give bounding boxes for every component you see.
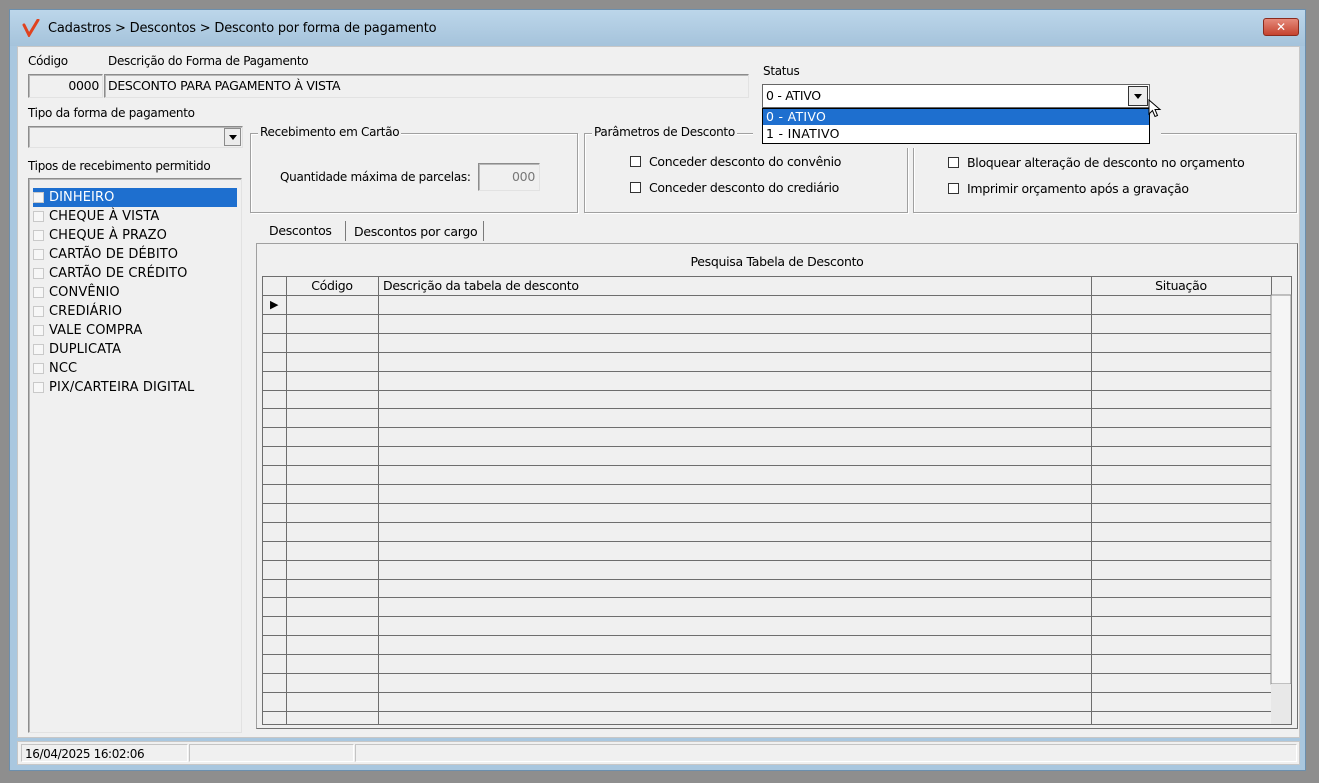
col-codigo-header[interactable]: Código [286, 278, 378, 293]
mouse-cursor-icon [1148, 99, 1162, 118]
checkbox[interactable] [33, 287, 44, 298]
main-window: Cadastros > Descontos > Desconto por for… [9, 9, 1306, 771]
status-select[interactable]: 0 - ATIVO [762, 84, 1150, 108]
imprimir-checkbox[interactable] [948, 183, 959, 194]
window-title: Cadastros > Descontos > Desconto por for… [48, 21, 437, 36]
status-bar: 16/04/2025 16:02:06 [17, 741, 1300, 765]
col-descricao-header[interactable]: Descrição da tabela de desconto [383, 278, 579, 293]
status-options-list[interactable]: 0 - ATIVO 1 - INATIVO [762, 108, 1150, 144]
recebimento-cartao-group: Recebimento em Cartão Quantidade máxima … [250, 125, 578, 213]
imprimir-label: Imprimir orçamento após a gravação [967, 181, 1189, 196]
chevron-down-icon [228, 134, 237, 140]
status-option-inativo[interactable]: 1 - INATIVO [763, 126, 1149, 142]
list-item[interactable]: NCC [33, 359, 77, 378]
crediario-checkbox-row[interactable]: Conceder desconto do crediário [630, 180, 839, 195]
list-item[interactable]: PIX/CARTEIRA DIGITAL [33, 378, 194, 397]
statusbar-panel-2 [189, 744, 354, 762]
crediario-checkbox[interactable] [630, 182, 641, 193]
tab-page-descontos: Pesquisa Tabela de Desconto Código Descr… [256, 243, 1298, 729]
status-option-ativo[interactable]: 0 - ATIVO [763, 109, 1149, 125]
descricao-field[interactable]: DESCONTO PARA PAGAMENTO À VISTA [104, 74, 749, 98]
convenio-checkbox[interactable] [630, 156, 641, 167]
codigo-value: 0000 [68, 78, 99, 93]
tipo-forma-dropdown-button[interactable] [224, 128, 241, 146]
descricao-value: DESCONTO PARA PAGAMENTO À VISTA [108, 78, 341, 93]
row-indicator-icon: ▶ [270, 298, 279, 311]
convenio-label: Conceder desconto do convênio [649, 154, 842, 169]
codigo-label: Código [28, 54, 68, 68]
list-item[interactable]: CARTÃO DE CRÉDITO [33, 264, 187, 283]
tipo-forma-select[interactable] [28, 126, 243, 148]
desconto-grid[interactable] [262, 276, 1292, 725]
list-item[interactable]: CHEQUE À VISTA [33, 207, 159, 226]
app-logo-icon [22, 19, 40, 37]
chevron-down-icon [1134, 93, 1142, 99]
checkbox[interactable] [33, 268, 44, 279]
tab-strip: Descontos Descontos por cargo [259, 220, 1297, 242]
checkbox[interactable] [33, 382, 44, 393]
title-bar[interactable]: Cadastros > Descontos > Desconto por for… [10, 10, 1305, 46]
convenio-checkbox-row[interactable]: Conceder desconto do convênio [630, 154, 841, 169]
status-panel: Status 0 - ATIVO 0 - ATIVO 1 - INATIVO [753, 59, 1161, 148]
bloquear-checkbox[interactable] [948, 157, 959, 168]
parcelas-value: 000 [512, 169, 535, 184]
checkbox[interactable] [33, 192, 44, 203]
checkbox[interactable] [33, 306, 44, 317]
tab-descontos[interactable]: Descontos [269, 223, 332, 238]
codigo-field[interactable]: 0000 [28, 74, 103, 98]
tipos-recebimento-list[interactable]: DINHEIRO CHEQUE À VISTA CHEQUE À PRAZO C… [28, 178, 242, 733]
close-button[interactable]: ✕ [1263, 18, 1299, 36]
list-item[interactable]: CARTÃO DE DÉBITO [33, 245, 178, 264]
statusbar-datetime: 16/04/2025 16:02:06 [21, 744, 188, 762]
bloquear-label: Bloquear alteração de desconto no orçame… [967, 155, 1245, 170]
parcelas-label: Quantidade máxima de parcelas: [280, 170, 471, 184]
checkbox[interactable] [33, 211, 44, 222]
tipos-recebimento-label: Tipos de recebimento permitido [28, 159, 211, 173]
recebimento-cartao-title: Recebimento em Cartão [258, 125, 402, 139]
tab-descontos-cargo[interactable]: Descontos por cargo [354, 224, 478, 239]
checkbox[interactable] [33, 325, 44, 336]
tab-separator [483, 221, 484, 241]
checkbox[interactable] [33, 363, 44, 374]
tab-separator [345, 221, 346, 241]
status-label: Status [763, 64, 800, 78]
checkbox[interactable] [33, 230, 44, 241]
checkbox[interactable] [33, 249, 44, 260]
status-value: 0 - ATIVO [766, 88, 821, 103]
descricao-label: Descrição do Forma de Pagamento [108, 54, 309, 68]
list-item[interactable]: CHEQUE À PRAZO [33, 226, 167, 245]
parcelas-field[interactable]: 000 [478, 163, 540, 191]
checkbox[interactable] [33, 344, 44, 355]
list-item[interactable]: VALE COMPRA [33, 321, 142, 340]
col-situacao-header[interactable]: Situação [1092, 278, 1270, 293]
list-item[interactable]: CONVÊNIO [33, 283, 120, 302]
grid-title: Pesquisa Tabela de Desconto [690, 254, 864, 269]
imprimir-checkbox-row[interactable]: Imprimir orçamento após a gravação [948, 181, 1189, 196]
form-area: Código 0000 Descrição do Forma de Pagame… [17, 46, 1300, 738]
list-item[interactable]: CREDIÁRIO [33, 302, 122, 321]
statusbar-panel-3 [355, 744, 1297, 762]
crediario-label: Conceder desconto do crediário [649, 180, 840, 195]
bloquear-checkbox-row[interactable]: Bloquear alteração de desconto no orçame… [948, 155, 1245, 170]
status-dropdown-button[interactable] [1128, 86, 1148, 106]
parametros-desconto-title: Parâmetros de Desconto [592, 125, 737, 139]
list-item[interactable]: DINHEIRO [33, 188, 237, 207]
tipo-forma-label: Tipo da forma de pagamento [28, 106, 195, 120]
list-item[interactable]: DUPLICATA [33, 340, 121, 359]
